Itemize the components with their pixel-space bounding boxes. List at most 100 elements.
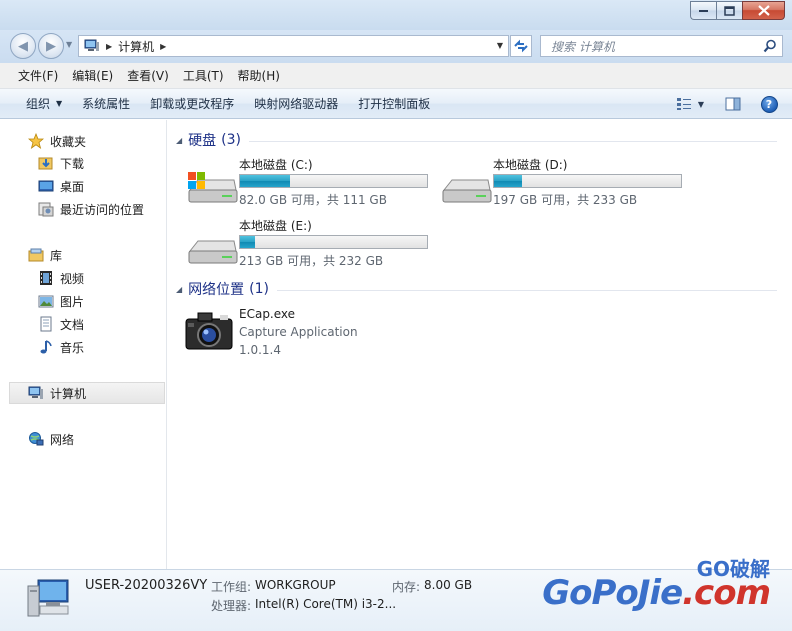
- address-row: ◀ ▶ ▼ ▶ 计算机 ▶ ▼ 搜索 计算机: [0, 30, 792, 63]
- nav-computer[interactable]: 计算机: [9, 382, 165, 404]
- computer-icon: [28, 385, 44, 401]
- recent-pages-dropdown[interactable]: ▼: [66, 40, 72, 49]
- hard-drive-icon: [442, 179, 492, 203]
- recent-places-icon: [38, 201, 54, 217]
- network-location-ecap[interactable]: ECap.exe Capture Application 1.0.1.4: [184, 307, 444, 363]
- system-drive-icon: [188, 172, 238, 203]
- group-title: 网络位置: [188, 282, 245, 298]
- maximize-button[interactable]: [716, 1, 742, 20]
- help-icon: ?: [760, 95, 778, 113]
- nav-recent-places[interactable]: 最近访问的位置: [0, 198, 164, 220]
- nav-music[interactable]: 音乐: [0, 336, 164, 358]
- arrow-left-icon: ◀: [18, 38, 28, 54]
- nav-libraries[interactable]: 库: [0, 244, 164, 266]
- breadcrumb-computer[interactable]: 计算机: [118, 38, 154, 55]
- hard-drive-icon: [188, 240, 238, 264]
- preview-pane-button[interactable]: [718, 92, 748, 116]
- drive-space-info: 213 GB 可用，共 232 GB: [239, 254, 384, 268]
- open-control-panel-button[interactable]: 打开控制面板: [348, 91, 440, 116]
- nav-recent-label: 最近访问的位置: [60, 202, 145, 217]
- library-icon: [28, 247, 44, 263]
- watermark-logo: GO破解 GoPoJie.com: [530, 553, 771, 613]
- collapse-triangle-icon[interactable]: ◢: [176, 136, 182, 145]
- nav-pictures-label: 图片: [60, 294, 85, 309]
- refresh-icon: [514, 39, 528, 53]
- watermark-main-b: .com: [682, 573, 771, 613]
- workgroup-label: 工作组:: [211, 580, 252, 594]
- drive-usage-bar: [493, 174, 682, 188]
- address-bar[interactable]: ▶ 计算机 ▶ ▼: [78, 35, 509, 57]
- menu-view[interactable]: 查看(V): [120, 64, 176, 87]
- processor-value: Intel(R) Core(TM) i3-2...: [255, 597, 397, 611]
- group-divider: [249, 140, 777, 142]
- help-button[interactable]: ?: [754, 92, 784, 116]
- chevron-right-icon: ▶: [106, 41, 113, 51]
- search-icon[interactable]: [763, 39, 777, 53]
- drive-usage-fill: [240, 236, 255, 248]
- minimize-icon: [698, 9, 708, 12]
- map-network-drive-button[interactable]: 映射网络驱动器: [244, 91, 348, 116]
- network-item-name: ECap.exe: [239, 307, 296, 321]
- nav-downloads-label: 下载: [60, 156, 85, 171]
- organize-label: 组织: [26, 97, 51, 111]
- nav-videos[interactable]: 视频: [0, 267, 164, 289]
- view-options-button[interactable]: ▼: [670, 92, 710, 116]
- computer-icon: [84, 39, 99, 51]
- navigation-pane: 收藏夹 下载 桌面 最近访问的位置 库 视频 图片 文档 音乐 计算机 网络: [0, 120, 167, 569]
- search-placeholder: 搜索 计算机: [551, 39, 615, 54]
- music-note-icon: [38, 339, 54, 355]
- nav-network-label: 网络: [50, 432, 75, 447]
- nav-pictures[interactable]: 图片: [0, 290, 164, 312]
- group-header-hdd[interactable]: ◢ 硬盘 (3): [176, 130, 777, 150]
- system-properties-button[interactable]: 系统属性: [72, 91, 140, 116]
- nav-music-label: 音乐: [60, 340, 85, 355]
- nav-desktop[interactable]: 桌面: [0, 175, 164, 197]
- computer-icon: [27, 579, 69, 617]
- organize-button[interactable]: 组织 ▼: [16, 91, 72, 116]
- close-button[interactable]: [742, 1, 785, 20]
- refresh-button[interactable]: [510, 35, 532, 57]
- group-count: (1): [249, 281, 269, 297]
- view-list-icon: [676, 98, 691, 110]
- address-dropdown-icon[interactable]: ▼: [497, 41, 503, 50]
- title-bar: [0, 0, 792, 30]
- nav-computer-label: 计算机: [50, 386, 87, 401]
- caret-down-icon: ▼: [697, 99, 705, 109]
- chevron-right-icon[interactable]: ▶: [160, 42, 166, 51]
- maximize-icon: [724, 5, 735, 16]
- drive-usage-fill: [240, 175, 291, 187]
- drive-usage-bar: [239, 235, 428, 249]
- drive-d[interactable]: 本地磁盘 (D:) 197 GB 可用，共 233 GB: [440, 156, 690, 214]
- menu-bar: 文件(F) 编辑(E) 查看(V) 工具(T) 帮助(H): [0, 63, 792, 89]
- preview-pane-icon: [725, 97, 741, 111]
- video-icon: [38, 270, 54, 286]
- desktop-icon: [38, 178, 54, 194]
- camera-icon: [185, 312, 233, 350]
- network-item-version: 1.0.1.4: [239, 343, 281, 357]
- group-header-network[interactable]: ◢ 网络位置 (1): [176, 279, 777, 299]
- drive-e[interactable]: 本地磁盘 (E:) 213 GB 可用，共 232 GB: [186, 217, 436, 275]
- menu-tools[interactable]: 工具(T): [176, 64, 231, 87]
- back-button[interactable]: ◀: [10, 33, 36, 59]
- nav-network[interactable]: 网络: [0, 428, 164, 450]
- nav-documents[interactable]: 文档: [0, 313, 164, 335]
- drive-usage-bar: [239, 174, 428, 188]
- nav-downloads[interactable]: 下载: [0, 152, 164, 174]
- menu-file[interactable]: 文件(F): [11, 64, 65, 87]
- uninstall-program-button[interactable]: 卸载或更改程序: [140, 91, 244, 116]
- nav-favorites[interactable]: 收藏夹: [0, 130, 164, 152]
- memory-label: 内存:: [392, 580, 421, 594]
- caption-buttons: [690, 1, 785, 20]
- drive-space-info: 197 GB 可用，共 233 GB: [493, 193, 638, 207]
- menu-edit[interactable]: 编辑(E): [65, 64, 120, 87]
- network-globe-icon: [28, 431, 44, 447]
- forward-button[interactable]: ▶: [38, 33, 64, 59]
- drive-c[interactable]: 本地磁盘 (C:) 82.0 GB 可用，共 111 GB: [186, 156, 436, 214]
- menu-help[interactable]: 帮助(H): [231, 64, 287, 87]
- nav-desktop-label: 桌面: [60, 179, 85, 194]
- search-input[interactable]: 搜索 计算机: [540, 35, 783, 57]
- drive-usage-fill: [494, 175, 523, 187]
- collapse-triangle-icon[interactable]: ◢: [176, 285, 182, 294]
- minimize-button[interactable]: [690, 1, 716, 20]
- drive-name: 本地磁盘 (D:): [493, 158, 568, 172]
